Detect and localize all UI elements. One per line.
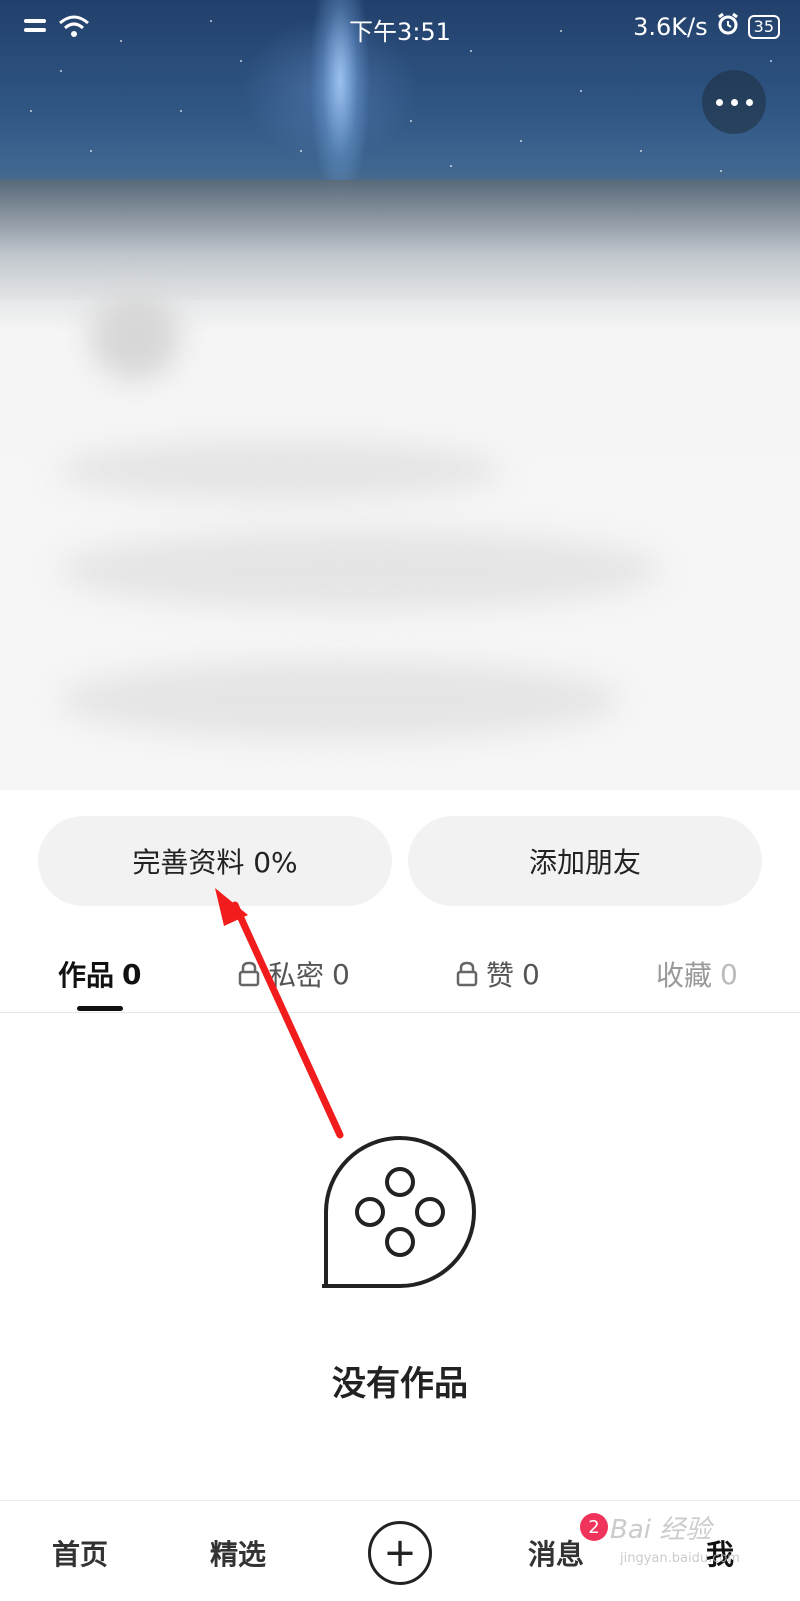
status-bar: 下午3:51 3.6K/s 35 [0, 0, 800, 56]
more-options-button[interactable] [702, 70, 766, 134]
tab-works[interactable]: 作品 0 [58, 954, 142, 994]
lock-icon [456, 961, 478, 987]
profile-actions: 完善资料 0% 添加朋友 [38, 816, 762, 906]
blurred-profile-info [0, 180, 800, 790]
battery-indicator: 35 [747, 15, 780, 39]
lock-icon [238, 961, 260, 987]
tab-count: 0 [522, 957, 540, 991]
tab-count: 0 [332, 957, 350, 991]
plus-icon: + [383, 1530, 417, 1576]
active-tab-indicator [77, 1006, 123, 1011]
alarm-icon [716, 12, 740, 42]
tab-label: 私密 [268, 959, 325, 992]
tab-private[interactable]: 私密 0 [238, 954, 350, 994]
dot-icon [715, 98, 723, 106]
tab-label: 收藏 [656, 959, 713, 992]
tab-count: 0 [720, 957, 738, 991]
tab-label: 作品 [58, 959, 115, 992]
nav-messages[interactable]: 消息 [528, 1533, 584, 1573]
dot-icon [745, 98, 753, 106]
nav-home[interactable]: 首页 [52, 1533, 108, 1573]
network-speed: 3.6K/s [633, 13, 708, 41]
tab-label: 赞 [486, 959, 515, 992]
messages-badge: 2 [580, 1513, 608, 1541]
create-button[interactable]: + [368, 1521, 432, 1585]
tab-count: 0 [122, 957, 142, 991]
nav-featured[interactable]: 精选 [210, 1533, 266, 1573]
tab-likes[interactable]: 赞 0 [456, 954, 540, 994]
add-friends-button[interactable]: 添加朋友 [408, 816, 762, 906]
dot-icon [730, 98, 738, 106]
watermark-url: jingyan.baidu.com [620, 1551, 740, 1566]
tab-favorites[interactable]: 收藏 0 [656, 954, 738, 994]
bottom-navigation: 首页 精选 + 消息 2 我 Bai 经验 jingyan.baidu.com [0, 1500, 800, 1601]
baidu-watermark: Bai 经验 [610, 1515, 712, 1545]
film-reel-icon [322, 1136, 476, 1288]
empty-state-text: 没有作品 [332, 1364, 468, 1404]
complete-profile-button[interactable]: 完善资料 0% [38, 816, 392, 906]
profile-tabs: 作品 0 私密 0 赞 0 收藏 0 [0, 940, 800, 1013]
